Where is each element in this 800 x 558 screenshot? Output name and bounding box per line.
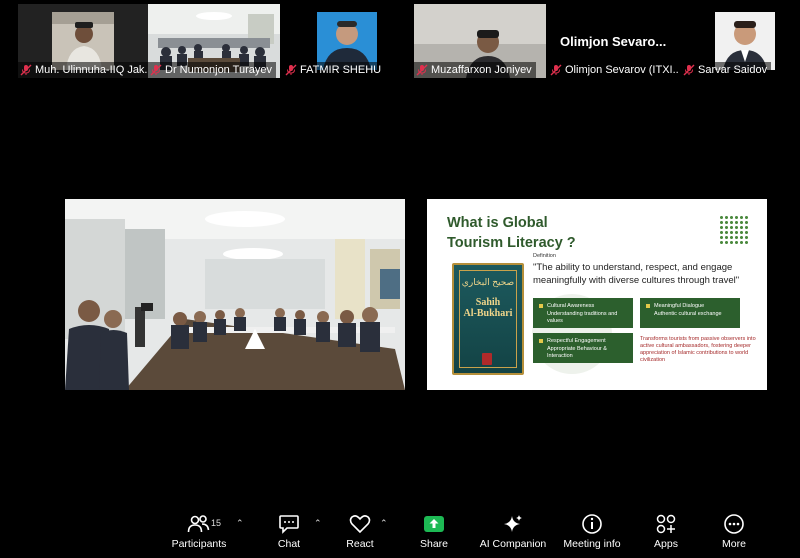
participant-tile[interactable]: Sarvar Saidov [681,4,800,78]
participant-nameplate: Sarvar Saidov [681,62,772,78]
participant-tile-active[interactable]: Dr Numonjon Turayev [148,4,280,78]
participants-icon [187,512,211,536]
participants-caret-icon[interactable]: ⌃ [236,518,244,529]
participant-name: FATMIR SHEHU [300,64,382,76]
participants-label: Participants [171,538,227,550]
participant-nameplate: Muh. Ulinnuha-IIQ Jak... [18,62,148,78]
more-button[interactable]: More [718,512,750,556]
dots-pattern [719,215,749,245]
slide-transform-text: Transforms tourists from passive observe… [640,336,756,363]
mic-muted-icon [20,64,32,76]
react-heart-icon [349,512,371,536]
participant-display-name: Olimjon Sevaro... [560,34,667,49]
participant-tile[interactable]: FATMIR SHEHU [283,4,413,78]
mic-muted-icon [285,64,297,76]
participant-nameplate: Dr Numonjon Turayev [148,62,276,78]
slide-title-line2: Tourism Literacy ? [447,235,576,251]
shared-conference-photo [65,199,405,390]
book-title-line1: Sahih [475,297,501,308]
share-screen-icon [423,512,445,536]
chat-button[interactable]: Chat [272,512,306,556]
participant-name: Muh. Ulinnuha-IIQ Jak... [35,64,148,76]
info-icon [581,512,603,536]
participant-name: Muzaffarxon Joniyev [431,64,532,76]
slide-box-respectful-engagement: Respectful Engagement Appropriate Behavi… [533,333,633,363]
ai-companion-label: AI Companion [479,538,547,550]
participants-count: 15 [211,518,222,528]
slide-definition: "The ability to understand, respect, and… [533,262,740,286]
apps-button[interactable]: Apps [650,512,682,556]
slide-definition-label: Definition [533,253,556,259]
share-label: Share [419,538,449,550]
participant-nameplate: Muzaffarxon Joniyev [414,62,536,78]
book-title-line2: Al-Bukhari [463,308,513,319]
chat-caret-icon[interactable]: ⌃ [314,518,322,529]
mic-muted-icon [550,64,562,76]
participant-tile[interactable]: Muh. Ulinnuha-IIQ Jak... [18,4,148,78]
apps-icon [655,512,677,536]
participant-nameplate: FATMIR SHEHU [283,62,386,78]
react-label: React [346,538,374,550]
book-arabic-title: صحيح البخاري [461,277,515,287]
react-button[interactable]: React [340,512,380,556]
book-emblem [482,353,492,365]
mic-muted-icon [150,64,162,76]
participant-nameplate: Olimjon Sevarov (ITXI... [548,62,678,78]
slide-box-cultural-awareness: Cultural Awareness Understanding traditi… [533,298,633,328]
meeting-info-button[interactable]: Meeting info [560,512,624,556]
participant-strip: Muh. Ulinnuha-IIQ Jak... Dr Numonjon Tur… [0,0,800,82]
slide-title-line1: What is Global [447,215,548,231]
more-label: More [722,538,746,550]
slide-box-meaningful-dialogue: Meaningful Dialogue Authentic cultural e… [640,298,740,328]
more-dots-icon [723,512,745,536]
book-title: Sahih Al-Bukhari [454,297,522,319]
ai-companion-button[interactable]: AI Companion [478,512,548,556]
mic-muted-icon [416,64,428,76]
meeting-toolbar: Participants 15 ⌃ Chat ⌃ React ⌃ Share A… [0,506,800,558]
book-cover-image: صحيح البخاري Sahih Al-Bukhari [452,263,524,375]
share-button[interactable]: Share [416,512,452,556]
mic-muted-icon [683,64,695,76]
participant-name: Dr Numonjon Turayev [165,64,272,76]
participant-name: Sarvar Saidov [698,64,768,76]
meeting-info-label: Meeting info [563,538,621,550]
participant-tile[interactable]: Muzaffarxon Joniyev [414,4,546,78]
ai-sparkle-icon [502,512,524,536]
react-caret-icon[interactable]: ⌃ [380,518,388,529]
chat-label: Chat [277,538,301,550]
shared-presentation-slide: What is Global Tourism Literacy ? Defini… [427,199,767,390]
chat-icon [278,512,300,536]
slide-title: What is Global Tourism Literacy ? [447,213,576,253]
participant-tile[interactable]: Olimjon Sevaro... Olimjon Sevarov (ITXI.… [548,4,678,78]
apps-label: Apps [654,538,678,550]
participant-name: Olimjon Sevarov (ITXI... [565,64,678,76]
